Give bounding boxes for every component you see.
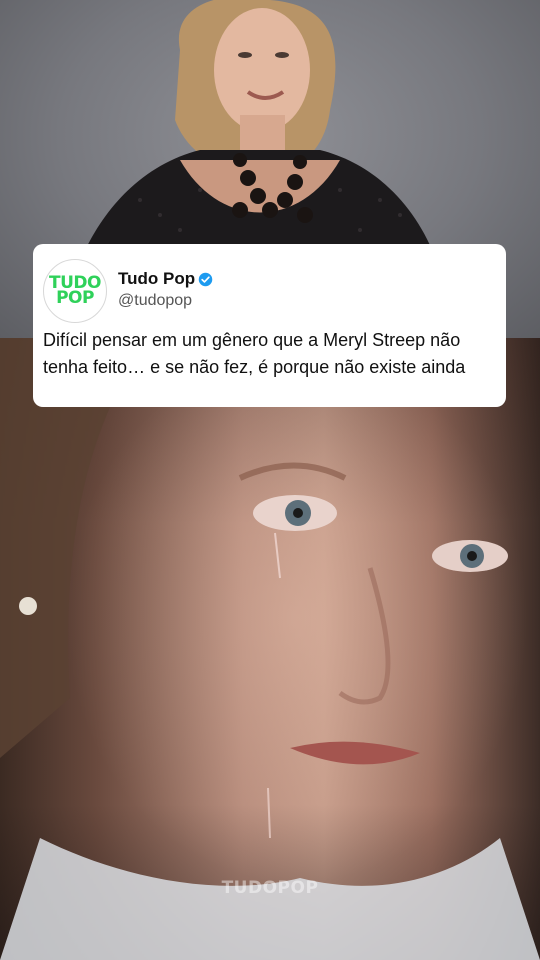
verified-badge-icon [198,272,213,286]
crying-woman-photo [0,338,540,960]
watermark: TUDOPOP [221,878,319,898]
crying-face-illustration [0,338,540,960]
tweet-card: TUDO POP Tudo Pop @tudopop Difícil pensa… [33,244,506,407]
name-row: Tudo Pop [118,269,213,289]
logo-text-line2: POP [56,288,94,308]
tudopop-logo[interactable]: TUDO POP [43,259,107,323]
user-handle[interactable]: @tudopop [118,292,192,310]
tweet-text: Difícil pensar em um gênero que a Meryl … [43,330,466,377]
display-name[interactable]: Tudo Pop [118,269,195,289]
